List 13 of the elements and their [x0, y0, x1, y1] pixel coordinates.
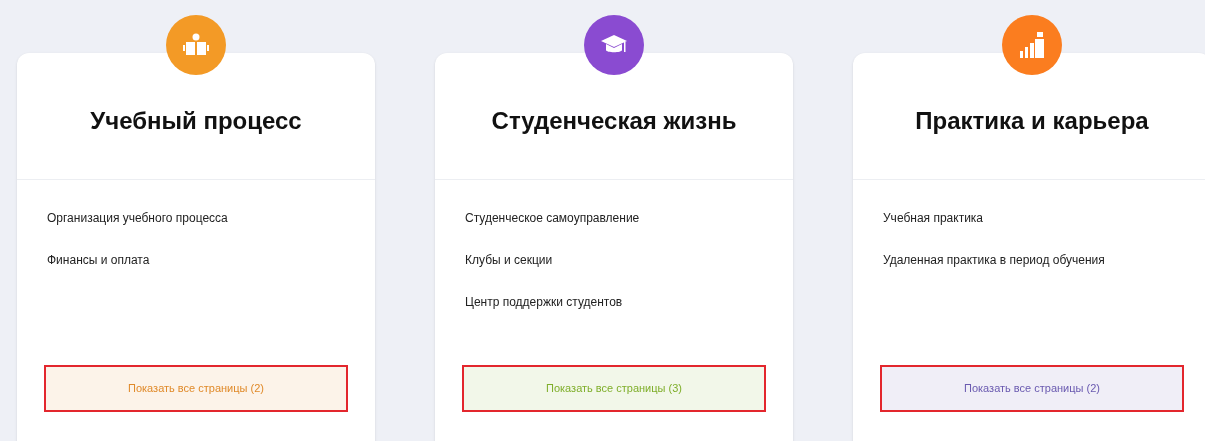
page-link[interactable]: Учебная практика [883, 210, 984, 226]
card-title: Учебный процесс [90, 106, 302, 136]
card-title: Практика и карьера [915, 106, 1149, 136]
show-all-pages-button[interactable]: Показать все страницы (2) [880, 365, 1184, 412]
page-link[interactable]: Клубы и секции [465, 252, 553, 268]
page-link[interactable]: Удаленная практика в период обучения [883, 252, 1105, 268]
card-title: Студенческая жизнь [491, 106, 737, 136]
page-link[interactable]: Организация учебного процесса [47, 210, 228, 226]
bar-chart-icon [1019, 31, 1045, 59]
page-link[interactable]: Студенческое самоуправление [465, 210, 640, 226]
page-link[interactable]: Финансы и оплата [47, 252, 150, 268]
page-link[interactable]: Центр поддержки студентов [465, 294, 623, 310]
reader-icon [183, 33, 209, 57]
